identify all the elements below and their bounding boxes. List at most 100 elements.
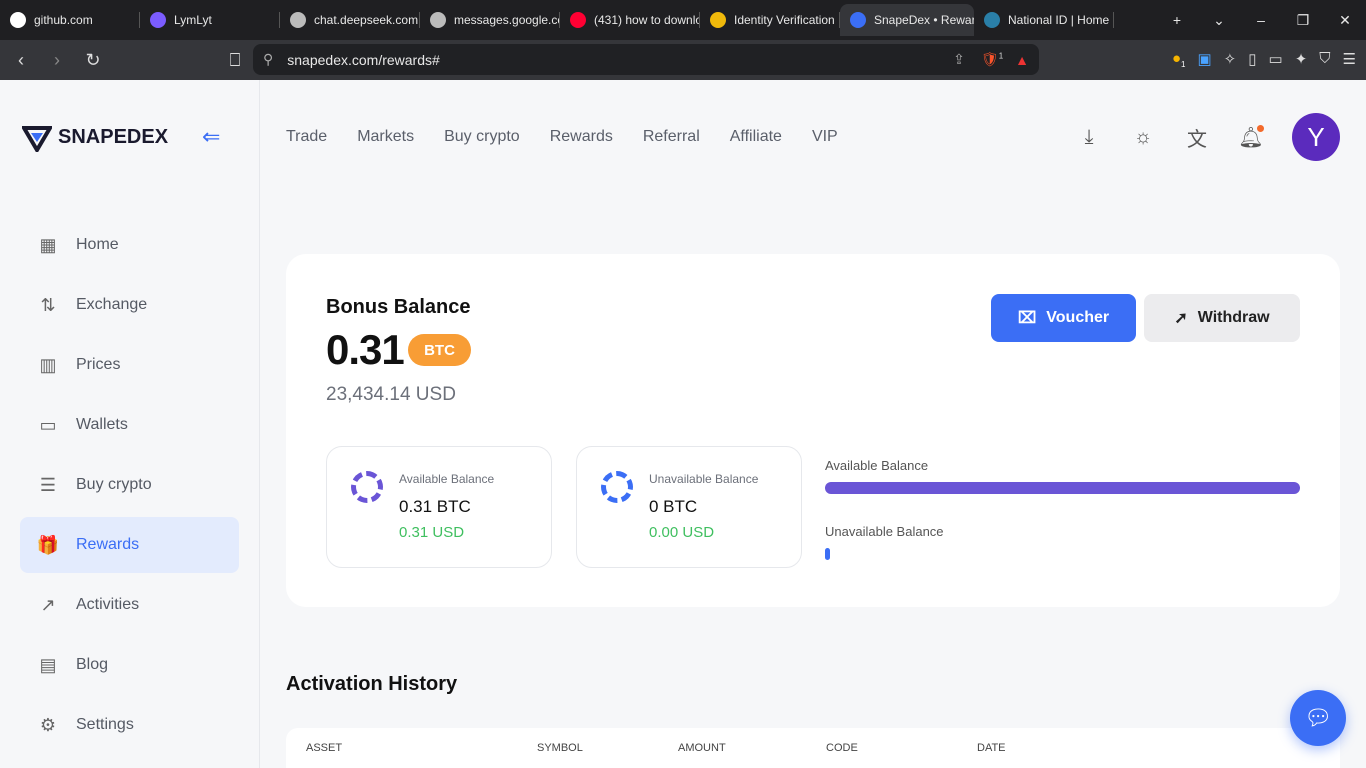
back-button[interactable]: ‹ — [6, 50, 36, 71]
site-settings-icon[interactable]: ⚲ — [263, 51, 273, 68]
chart-icon: ▥ — [39, 354, 57, 375]
gear-icon: ⚙ — [39, 714, 57, 735]
tab-title: LymLyt — [174, 13, 212, 27]
lymlyt-icon — [150, 12, 166, 28]
tab-search-button[interactable]: ⌄ — [1198, 12, 1240, 29]
forward-button[interactable]: › — [42, 50, 72, 71]
bar-label: Available Balance — [825, 458, 929, 473]
logo[interactable]: SNAPEDEX — [22, 122, 168, 152]
btc-value: 0.31 BTC — [399, 497, 471, 516]
browser-tab-bar: github.com LymLyt chat.deepseek.com message… — [0, 0, 1366, 40]
gift-icon: 🎁 — [36, 534, 60, 555]
activity-icon: ↗ — [40, 594, 56, 615]
browser-tab[interactable]: (431) how to download — [560, 4, 700, 36]
sidebar-item-home[interactable]: ▦ Home — [20, 217, 239, 273]
nav-trade[interactable]: Trade — [286, 128, 327, 146]
language-icon[interactable]: 文 — [1184, 123, 1210, 152]
minimize-button[interactable]: – — [1240, 12, 1282, 29]
label: Available Balance — [399, 472, 495, 486]
brave-shields-icon[interactable]: 🛡1 — [981, 51, 1003, 68]
maximize-button[interactable]: ❐ — [1282, 12, 1324, 29]
brave-badge: 1 — [998, 51, 1004, 61]
wallet-icon[interactable]: ▭ — [1269, 50, 1283, 69]
sidebar-item-label: Home — [76, 236, 119, 253]
top-nav: Trade Markets Buy crypto Rewards Referral Aff… — [286, 128, 838, 146]
voucher-label: Voucher — [1046, 309, 1110, 326]
reload-button[interactable]: ↻ — [78, 50, 108, 71]
bonus-balance-card: Bonus Balance 0.31 BTC 23,434.14 USD ⌧ Vo… — [286, 254, 1340, 607]
sidebar-item-prices[interactable]: ▥ Prices — [20, 337, 239, 393]
grid-icon: ▦ — [39, 234, 57, 255]
ext-badge: 1 — [1181, 60, 1186, 69]
unavailable-ring-icon — [601, 471, 633, 503]
unavailable-balance-box: Unavailable Balance 0 BTC 0.00 USD — [576, 446, 802, 568]
buy-crypto-icon: ☰ — [39, 474, 57, 495]
activation-history-title: Activation History — [286, 673, 458, 695]
leo-ai-icon[interactable]: ✦ — [1295, 50, 1308, 69]
browser-tab[interactable]: LymLyt — [140, 4, 280, 36]
bonus-amount: 0.31 — [326, 326, 405, 373]
brave-rewards-icon[interactable]: ▲ — [1015, 52, 1029, 68]
github-icon — [10, 12, 26, 28]
tab-title: chat.deepseek.com — [314, 13, 419, 27]
label: Unavailable Balance — [649, 472, 759, 486]
sidebar-item-label: Activities — [76, 596, 140, 613]
browser-tab[interactable]: SnapeDex • Rewards✕ — [840, 4, 974, 36]
messages-icon — [430, 12, 446, 28]
menu-icon[interactable]: ☰ — [1343, 50, 1356, 69]
address-bar[interactable]: ⚲ snapedex.com/rewards# ⇪ 🛡1 ▲ — [253, 44, 1039, 75]
notification-bell-icon[interactable]: 🔔︎ — [1238, 124, 1264, 150]
deepseek-icon — [290, 12, 306, 28]
sidebar-item-buy-crypto[interactable]: ☰ Buy crypto — [20, 457, 239, 513]
browser-tab[interactable]: github.com — [0, 4, 140, 36]
extension-coin-icon[interactable]: ●1 — [1172, 50, 1186, 69]
browser-tab[interactable]: Identity Verification — [700, 4, 840, 36]
tab-title: (431) how to download — [594, 13, 700, 27]
browser-tab[interactable]: chat.deepseek.com — [280, 4, 420, 36]
sidebar-item-blog[interactable]: ▤ Blog — [20, 637, 239, 693]
tab-title: SnapeDex • Rewards — [874, 13, 974, 27]
sidebar-item-settings[interactable]: ⚙ Settings — [20, 697, 239, 753]
nav-affiliate[interactable]: Affiliate — [730, 128, 782, 146]
sidebar-item-exchange[interactable]: ⇅ Exchange — [20, 277, 239, 333]
column-header-code: CODE — [826, 742, 858, 754]
browser-tab[interactable]: messages.google.com — [420, 4, 560, 36]
download-icon[interactable]: ⤓ — [1076, 126, 1102, 149]
close-window-button[interactable]: ✕ — [1324, 12, 1366, 29]
chat-support-button[interactable]: 💬︎ — [1290, 690, 1346, 746]
tab-title: github.com — [34, 13, 93, 27]
extension-fi-icon[interactable]: ▣ — [1197, 50, 1211, 69]
avatar[interactable]: Y — [1292, 113, 1340, 161]
browser-tab[interactable]: National ID | Home — [974, 4, 1114, 36]
collapse-sidebar-icon[interactable]: ⇐ — [202, 124, 220, 150]
sidebar-item-rewards[interactable]: 🎁 Rewards — [20, 517, 239, 573]
sidebar-item-label: Settings — [76, 716, 134, 733]
arrow-up-right-icon: ➚ — [1174, 310, 1188, 327]
theme-toggle-sun-icon[interactable]: ☼ — [1130, 126, 1156, 149]
withdraw-label: Withdraw — [1197, 309, 1270, 326]
sidebar-item-activities[interactable]: ↗ Activities — [20, 577, 239, 633]
extensions-puzzle-icon[interactable]: ✧ — [1224, 50, 1237, 69]
nav-vip[interactable]: VIP — [812, 128, 838, 146]
sidebar-item-label: Rewards — [76, 536, 140, 553]
vpn-icon[interactable]: ⛉ — [1319, 50, 1330, 69]
bar-label: Unavailable Balance — [825, 524, 944, 539]
nav-buy-crypto[interactable]: Buy crypto — [444, 128, 520, 146]
voucher-button[interactable]: ⌧ Voucher — [991, 294, 1136, 342]
sidebar-item-wallets[interactable]: ▭ Wallets — [20, 397, 239, 453]
window-controls: + ⌄ – ❐ ✕ — [1156, 12, 1366, 29]
sidebar-toggle-icon[interactable]: ▯ — [1248, 50, 1256, 69]
bookmark-icon[interactable]: ⎕ — [220, 50, 250, 71]
balance-bars: Available Balance Unavailable Balance — [825, 458, 1300, 590]
nav-markets[interactable]: Markets — [357, 128, 414, 146]
new-tab-button[interactable]: + — [1156, 12, 1198, 29]
withdraw-button[interactable]: ➚ Withdraw — [1144, 294, 1300, 342]
nav-referral[interactable]: Referral — [643, 128, 700, 146]
nav-rewards[interactable]: Rewards — [550, 128, 613, 146]
snapedex-logo-icon — [22, 126, 52, 152]
youtube-icon — [570, 12, 586, 28]
share-icon[interactable]: ⇪ — [953, 51, 965, 68]
column-header-amount: AMOUNT — [678, 742, 726, 754]
sidebar-item-label: Prices — [76, 356, 121, 373]
sidebar: SNAPEDEX ⇐ ▦ Home ⇅ Exchange ▥ Prices ▭ Wallets… — [0, 80, 260, 768]
